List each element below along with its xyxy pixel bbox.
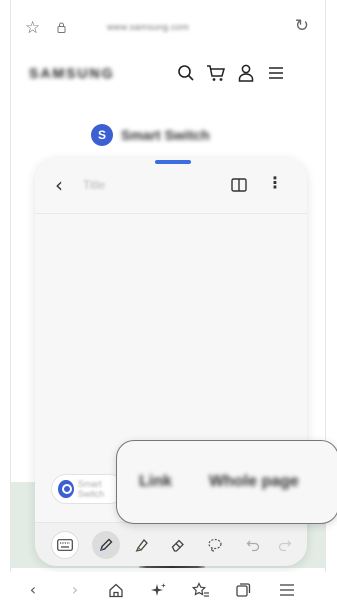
cart-icon[interactable] <box>205 62 227 84</box>
tabs-icon[interactable] <box>232 579 254 601</box>
menu-icon[interactable] <box>276 579 298 601</box>
home-icon[interactable] <box>105 579 127 601</box>
undo-icon[interactable] <box>239 531 267 559</box>
site-header: SAMSUNG <box>11 52 325 92</box>
share-options-popup: Link Whole page <box>116 440 337 524</box>
redo-icon[interactable] <box>271 531 299 559</box>
person-icon[interactable] <box>235 62 257 84</box>
whole-page-option[interactable]: Whole page <box>209 473 299 491</box>
notes-top-bar: ‹ Title ⋮ <box>35 158 307 214</box>
product-heading: S Smart Switch <box>91 122 210 148</box>
keyboard-icon[interactable] <box>51 531 79 559</box>
sparkle-icon[interactable] <box>148 579 170 601</box>
drawing-toolbar <box>35 522 307 566</box>
highlighter-icon[interactable] <box>128 531 156 559</box>
lasso-icon[interactable] <box>201 531 229 559</box>
title-input[interactable]: Title <box>83 178 105 192</box>
search-icon[interactable] <box>175 62 197 84</box>
product-name: Smart Switch <box>121 127 210 143</box>
more-options-icon[interactable]: ⋮ <box>267 175 283 191</box>
link-preview-chip[interactable]: Smart Switch <box>51 474 125 504</box>
book-icon[interactable] <box>231 178 247 192</box>
link-option[interactable]: Link <box>139 473 172 491</box>
bottom-navigation: ‹ › <box>10 572 326 606</box>
site-logo[interactable]: SAMSUNG <box>29 65 115 81</box>
url-text[interactable]: www.samsung.com <box>107 22 189 32</box>
forward-icon[interactable]: › <box>64 579 86 601</box>
eraser-icon[interactable] <box>164 531 192 559</box>
bookmarks-icon[interactable] <box>190 579 212 601</box>
menu-icon[interactable] <box>265 62 287 84</box>
product-badge: S <box>91 124 113 146</box>
back-arrow-icon[interactable]: ‹ <box>55 175 63 195</box>
url-bar: ☆ www.samsung.com ↻ <box>11 0 325 48</box>
star-icon[interactable]: ☆ <box>25 20 40 37</box>
browser-app-icon <box>58 480 74 498</box>
back-icon[interactable]: ‹ <box>22 579 44 601</box>
reload-icon[interactable]: ↻ <box>295 18 309 35</box>
pen-icon[interactable] <box>92 531 120 559</box>
lock-icon <box>57 22 66 33</box>
